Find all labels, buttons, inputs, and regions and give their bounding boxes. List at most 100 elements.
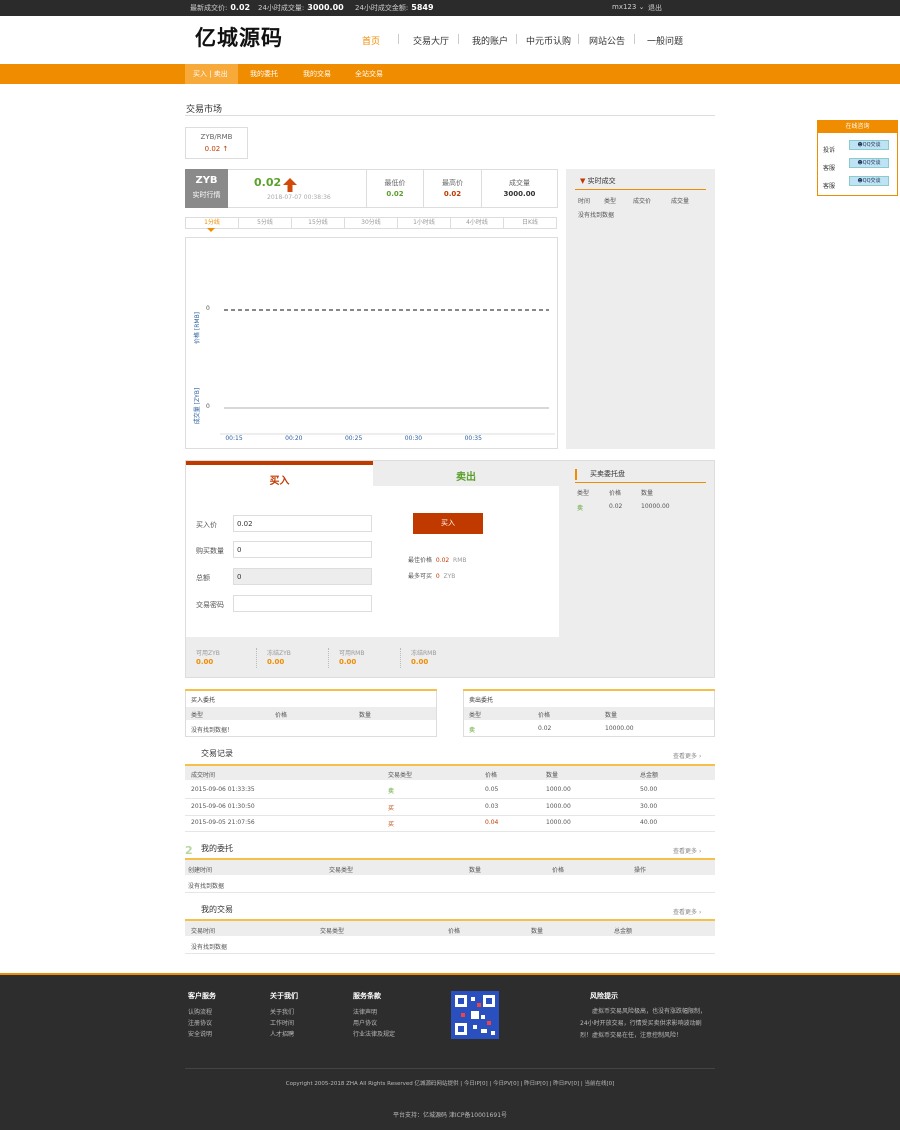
total-label: 总额 — [196, 574, 210, 582]
record-cell-type: 买 — [388, 821, 395, 828]
so-row-type: 卖 — [469, 727, 476, 734]
mo-empty: 没有找到数据 — [188, 883, 225, 890]
rt-col-type: 类型 — [604, 198, 617, 205]
mt-col-qty: 数量 — [531, 928, 544, 935]
buy-qty-input[interactable]: 0 — [233, 541, 372, 558]
tab-5min[interactable]: 5分线 — [239, 218, 292, 228]
footer-link[interactable]: 人才招聘 — [270, 1029, 294, 1038]
qq-chat-button-3[interactable]: ☻QQ交谈 — [849, 176, 889, 186]
rec-col-price: 价格 — [485, 772, 498, 779]
risk-text: 虚拟币交易风险极高，也没有涨跌幅限制，24小时开放交易，行情受买卖供求影响波动剧… — [580, 1008, 707, 1039]
mt-col-total: 总金额 — [614, 928, 633, 935]
so-row-qty[interactable]: 10000.00 — [605, 725, 634, 732]
tab-4hour[interactable]: 4小时线 — [451, 218, 504, 228]
record-cell-time: 2015-09-06 01:30:50 — [191, 802, 255, 810]
realtime-title: ▼ 实时成交 — [580, 177, 616, 185]
trade-password-input[interactable] — [233, 595, 372, 612]
mt-col-price: 价格 — [448, 928, 461, 935]
ob-col-type: 类型 — [577, 490, 590, 497]
buy-button[interactable]: 买入 — [413, 513, 483, 534]
balance-value-1: 0.00 — [196, 658, 214, 666]
rec-col-qty: 数量 — [546, 772, 559, 779]
rec-col-type: 交易类型 — [388, 772, 413, 779]
so-col-type: 类型 — [469, 712, 482, 719]
footer-link[interactable]: 行业法律及规定 — [353, 1029, 395, 1038]
y-label-volume: 成交量 [ZYB] — [193, 388, 201, 424]
so-row-price: 0.02 — [538, 725, 552, 732]
site-logo[interactable]: 亿城源码 — [195, 22, 283, 52]
rt-col-time: 时间 — [578, 198, 591, 205]
footer-link[interactable]: 关于我们 — [270, 1007, 294, 1016]
record-cell-qty: 1000.00 — [546, 802, 571, 810]
tab-15min[interactable]: 15分线 — [292, 218, 345, 228]
low-label: 最低价 — [384, 179, 406, 187]
service-label-3: 客服 — [823, 183, 836, 190]
record-cell-qty: 1000.00 — [546, 786, 571, 793]
record-cell-price: 0.04 — [485, 819, 499, 826]
quote-panel — [185, 169, 558, 208]
tab-30min[interactable]: 30分线 — [345, 218, 398, 228]
nav-my-account[interactable]: 我的账户 — [472, 34, 508, 47]
user-menu[interactable]: mx123 ⌄ — [612, 3, 644, 11]
subnav-my-orders[interactable]: 我的委托 — [250, 69, 278, 79]
my-trades-more-link[interactable]: 查看更多 › — [673, 907, 701, 916]
service-label-1: 投诉 — [823, 147, 836, 154]
price-tick: 0 — [206, 305, 210, 312]
volume-label: 成交量 — [509, 179, 530, 187]
footer-link[interactable]: 工作时间 — [270, 1018, 294, 1027]
top-status-bar: 最新成交价: 0.02 24小时成交量: 3000.00 24小时成交金额: 5849… — [0, 0, 900, 16]
footer-link[interactable]: 法律声明 — [353, 1007, 377, 1016]
record-cell-time: 2015-09-05 21:07:56 — [191, 819, 255, 826]
subnav-buy-sell[interactable]: 买入 | 卖出 — [193, 69, 228, 79]
ob-row-qty[interactable]: 10000.00 — [641, 503, 670, 510]
nav-announcements[interactable]: 网站公告 — [589, 34, 625, 47]
buy-price-input[interactable]: 0.02 — [233, 515, 372, 532]
footer-link[interactable]: 用户协议 — [353, 1018, 377, 1027]
nav-faq[interactable]: 一般问题 — [647, 34, 683, 47]
rt-col-price: 成交价 — [633, 198, 652, 205]
best-price-line: 最佳价格 0.02 RMB — [408, 557, 467, 564]
mo-col-type: 交易类型 — [329, 867, 354, 874]
nav-home[interactable]: 首页 — [362, 34, 380, 47]
buy-qty-label: 购买数量 — [196, 547, 224, 555]
tab-sell[interactable]: 卖出 — [373, 468, 559, 483]
subnav-my-trades[interactable]: 我的交易 — [303, 69, 331, 79]
rt-empty: 没有找到数据 — [578, 212, 615, 219]
subnav-all-trades[interactable]: 全站交易 — [355, 69, 383, 79]
ob-row-type: 卖 — [577, 505, 584, 512]
market-card[interactable]: ZYB/RMB 0.02 ↑ — [185, 127, 248, 159]
tab-1min[interactable]: 1分线 — [186, 218, 239, 228]
records-title: 交易记录 — [201, 749, 233, 758]
market-price: 0.02 ↑ — [204, 145, 229, 153]
quote-time: 2018-07-07 00:38:36 — [267, 194, 331, 201]
chevron-right-icon: › — [698, 753, 702, 760]
footer-link[interactable]: 安全说明 — [188, 1029, 212, 1038]
trade-password-label: 交易密码 — [196, 601, 224, 609]
logout-link[interactable]: 退出 — [648, 3, 662, 13]
footer-link[interactable]: 认购流程 — [188, 1007, 212, 1016]
record-cell-qty: 1000.00 — [546, 819, 571, 826]
icp-info: 平台支持：亿城源码 津ICP备10001691号 — [392, 1112, 508, 1119]
amount-stat: 24小时成交金额: 5849 — [355, 3, 434, 12]
nav-subscribe[interactable]: 中元币认购 — [526, 34, 571, 47]
record-cell-total: 30.00 — [640, 802, 658, 810]
qq-chat-button-2[interactable]: ☻QQ交谈 — [849, 158, 889, 168]
qq-chat-button-1[interactable]: ☻QQ交谈 — [849, 140, 889, 150]
footer-col1-title: 客户服务 — [188, 992, 216, 1000]
volume-value: 3000.00 — [503, 190, 536, 198]
records-more-link[interactable]: 查看更多 › — [673, 751, 701, 760]
volume-tick: 0 — [206, 403, 210, 410]
tab-1hour[interactable]: 1小时线 — [398, 218, 451, 228]
ob-col-price: 价格 — [609, 490, 622, 497]
nav-trade-hall[interactable]: 交易大厅 — [413, 34, 449, 47]
tab-buy[interactable]: 买入 — [186, 472, 373, 487]
my-orders-title: 我的委托 — [201, 844, 233, 853]
up-arrow-icon — [283, 178, 297, 194]
risk-title: 风险提示 — [590, 992, 618, 1000]
footer-link[interactable]: 注册协议 — [188, 1018, 212, 1027]
tab-day[interactable]: 日K线 — [504, 218, 556, 228]
chart-interval-tabs: 1分线 5分线 15分线 30分线 1小时线 4小时线 日K线 — [185, 217, 557, 229]
my-orders-more-link[interactable]: 查看更多 › — [673, 846, 701, 855]
balance-value-2: 0.00 — [267, 658, 285, 666]
price-chart[interactable]: 价格 [RMB] 成交量 [ZYB] 0 0 00:15 00:20 00:25 00… — [185, 237, 558, 449]
